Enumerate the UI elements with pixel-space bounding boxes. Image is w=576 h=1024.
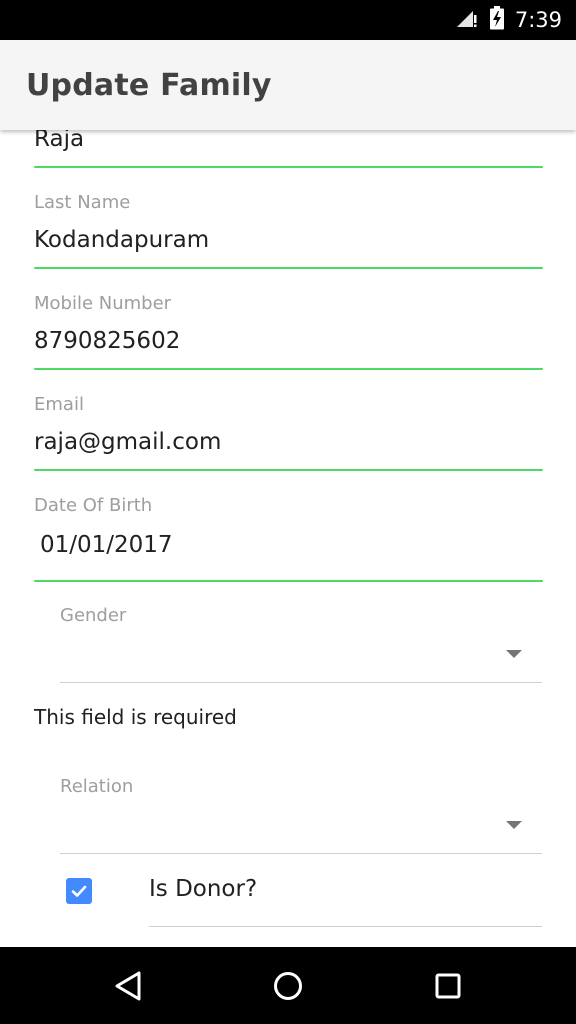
last-name-value: Kodandapuram [34, 227, 210, 253]
date-of-birth-value: 01/01/2017 [40, 532, 173, 558]
mobile-number-label: Mobile Number [34, 293, 172, 314]
recents-button[interactable] [408, 947, 488, 1024]
page-title: Update Family [26, 68, 272, 103]
signal-icon [455, 7, 479, 34]
email-label: Email [34, 394, 84, 415]
gender-underline [60, 682, 542, 683]
email-value: raja@gmail.com [34, 429, 222, 455]
date-of-birth-label: Date Of Birth [34, 495, 153, 516]
first-name-value: Raja [34, 130, 85, 152]
date-of-birth-underline [34, 580, 543, 582]
relation-select[interactable]: Relation [60, 774, 542, 854]
back-button[interactable] [88, 947, 168, 1024]
mobile-number-field[interactable]: Mobile Number 8790825602 [34, 291, 543, 371]
first-name-underline [34, 166, 543, 168]
gender-error-message: This field is required [34, 705, 237, 729]
mobile-number-value: 8790825602 [34, 328, 181, 354]
home-button[interactable] [248, 947, 328, 1024]
is-donor-checkbox[interactable] [66, 878, 92, 904]
last-name-label: Last Name [34, 192, 131, 213]
chevron-down-icon [506, 650, 522, 658]
gender-label: Gender [60, 605, 127, 626]
back-icon [115, 971, 141, 1000]
gender-select[interactable]: Gender [60, 603, 542, 683]
form-scroll-area[interactable]: Raja Last Name Kodandapuram Mobile Numbe… [0, 130, 576, 947]
status-clock: 7:39 [514, 8, 562, 32]
app-bar: Update Family [0, 40, 576, 130]
recents-icon [435, 973, 461, 998]
last-name-underline [34, 267, 543, 269]
relation-underline [60, 853, 542, 854]
navigation-bar [0, 947, 576, 1024]
date-of-birth-field[interactable]: Date Of Birth 01/01/2017 [34, 493, 543, 583]
email-field[interactable]: Email raja@gmail.com [34, 392, 543, 472]
first-name-field[interactable]: Raja [34, 130, 543, 170]
battery-charging-icon [489, 5, 505, 35]
is-donor-label[interactable]: Is Donor? [149, 876, 257, 902]
status-bar: 7:39 [0, 0, 576, 40]
checkmark-icon [71, 885, 87, 897]
chevron-down-icon [506, 821, 522, 829]
is-donor-underline [149, 926, 542, 927]
email-underline [34, 469, 543, 471]
relation-label: Relation [60, 776, 134, 797]
mobile-number-underline [34, 368, 543, 370]
last-name-field[interactable]: Last Name Kodandapuram [34, 190, 543, 270]
home-icon [274, 971, 302, 1000]
